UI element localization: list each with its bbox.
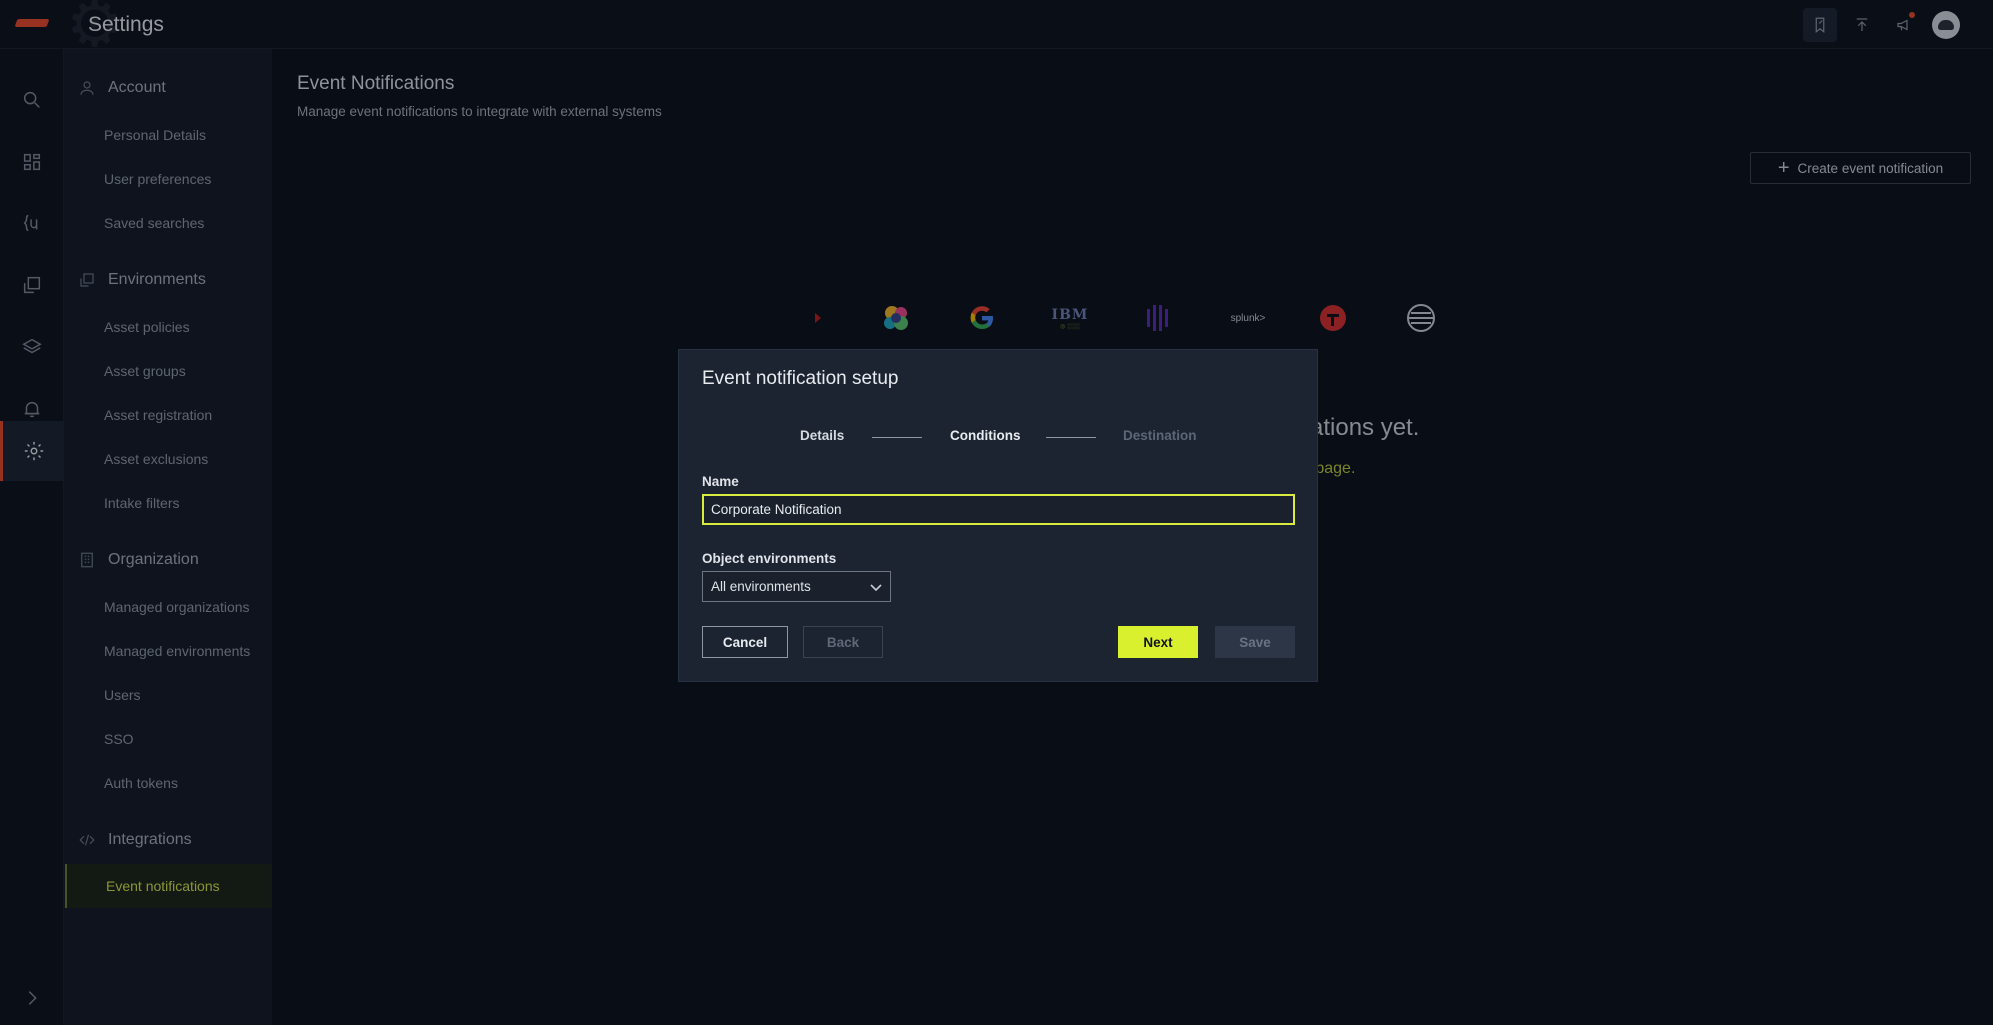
name-input[interactable] xyxy=(702,494,1295,525)
step-connector xyxy=(1046,437,1096,438)
next-button[interactable]: Next xyxy=(1118,626,1198,658)
step-details[interactable]: Details xyxy=(800,428,844,443)
wizard-stepper: Details Conditions Destination xyxy=(679,428,1319,448)
dialog-title: Event notification setup xyxy=(702,368,899,389)
object-environments-label: Object environments xyxy=(702,551,837,566)
cancel-button[interactable]: Cancel xyxy=(702,626,788,658)
step-destination: Destination xyxy=(1123,428,1197,443)
save-button[interactable]: Save xyxy=(1215,626,1295,658)
object-environments-select[interactable]: All environments xyxy=(702,571,891,602)
back-button[interactable]: Back xyxy=(803,626,883,658)
step-connector xyxy=(872,437,922,438)
name-label: Name xyxy=(702,474,739,489)
chevron-down-icon xyxy=(870,583,882,591)
event-notification-setup-dialog: Event notification setup Details Conditi… xyxy=(678,349,1318,682)
step-conditions[interactable]: Conditions xyxy=(950,428,1021,443)
